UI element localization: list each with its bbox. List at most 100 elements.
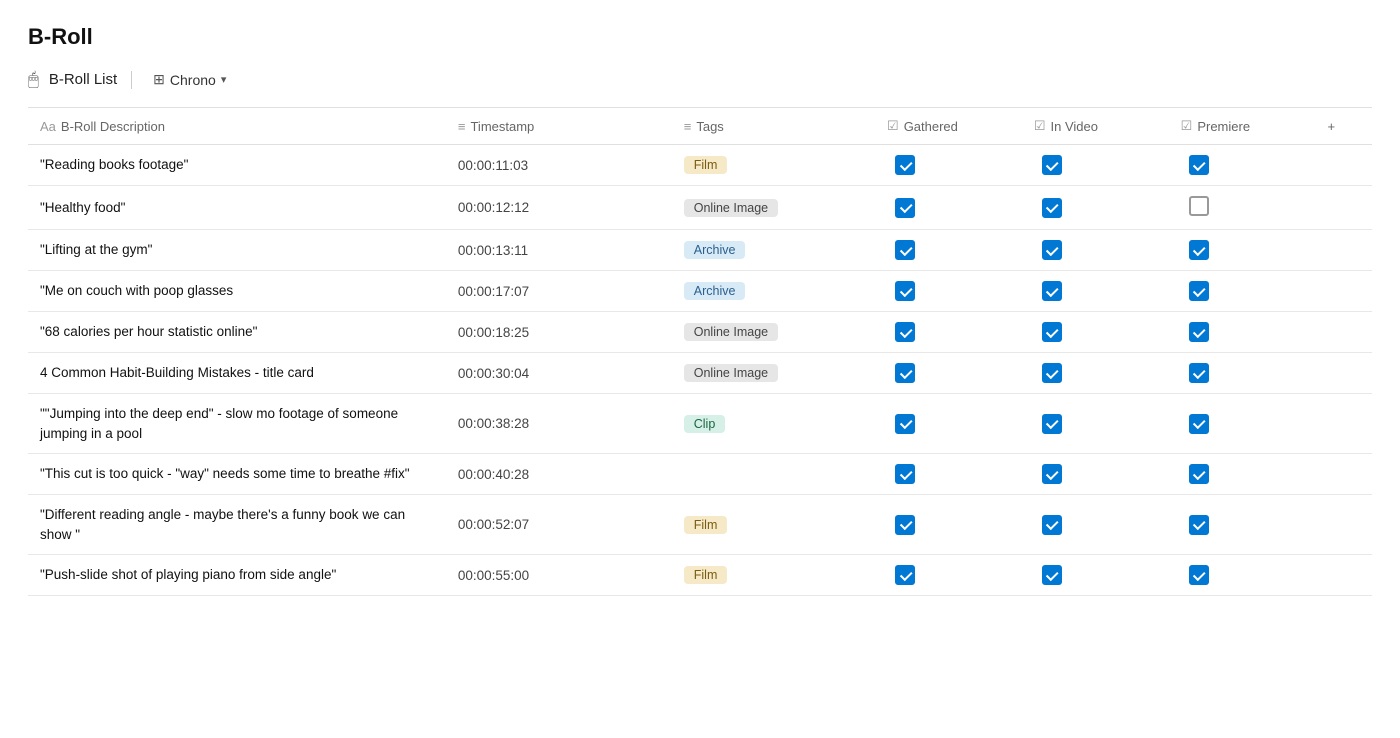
invideo-checked-icon[interactable] — [1042, 515, 1062, 535]
tag-pill: Online Image — [684, 323, 778, 341]
add-column-icon[interactable]: + — [1327, 119, 1335, 134]
premiere-cell[interactable] — [1169, 353, 1316, 394]
col-header-gathered: ☑ Gathered — [875, 108, 1022, 145]
premiere-cell[interactable] — [1169, 271, 1316, 312]
premiere-cell[interactable] — [1169, 454, 1316, 495]
add-col-cell — [1315, 230, 1372, 271]
gathered-checked-icon[interactable] — [895, 515, 915, 535]
tag-cell: Archive — [672, 230, 875, 271]
invideo-cell[interactable] — [1022, 353, 1169, 394]
tag-pill: Archive — [684, 241, 746, 259]
col-header-premiere: ☑ Premiere — [1169, 108, 1316, 145]
premiere-checked-icon[interactable] — [1189, 464, 1209, 484]
invideo-checked-icon[interactable] — [1042, 414, 1062, 434]
premiere-cell[interactable] — [1169, 394, 1316, 454]
premiere-cell[interactable] — [1169, 312, 1316, 353]
invideo-cell[interactable] — [1022, 454, 1169, 495]
invideo-checked-icon[interactable] — [1042, 565, 1062, 585]
premiere-checked-icon[interactable] — [1189, 565, 1209, 585]
tag-pill: Film — [684, 156, 728, 174]
table-row: "Me on couch with poop glasses00:00:17:0… — [28, 271, 1372, 312]
invideo-checked-icon[interactable] — [1042, 322, 1062, 342]
gathered-checked-icon[interactable] — [895, 363, 915, 383]
gathered-cell[interactable] — [875, 555, 1022, 596]
timestamp-cell: 00:00:40:28 — [446, 454, 672, 495]
premiere-checked-icon[interactable] — [1189, 281, 1209, 301]
premiere-checked-icon[interactable] — [1189, 363, 1209, 383]
invideo-cell[interactable] — [1022, 495, 1169, 555]
view-label: Chrono — [170, 72, 216, 88]
premiere-checked-icon[interactable] — [1189, 322, 1209, 342]
tag-cell: Online Image — [672, 312, 875, 353]
invideo-cell[interactable] — [1022, 186, 1169, 230]
view-selector[interactable]: ⊞ Chrono ▾ — [146, 68, 233, 91]
gathered-checked-icon[interactable] — [895, 198, 915, 218]
invideo-cell[interactable] — [1022, 271, 1169, 312]
premiere-cell[interactable] — [1169, 186, 1316, 230]
invideo-cell[interactable] — [1022, 555, 1169, 596]
gathered-checked-icon[interactable] — [895, 565, 915, 585]
chevron-down-icon: ▾ — [221, 73, 227, 86]
tag-cell: Film — [672, 555, 875, 596]
premiere-checked-icon[interactable] — [1189, 155, 1209, 175]
gathered-checked-icon[interactable] — [895, 322, 915, 342]
table-row: "Different reading angle - maybe there's… — [28, 495, 1372, 555]
timestamp-cell: 00:00:55:00 — [446, 555, 672, 596]
invideo-cell[interactable] — [1022, 312, 1169, 353]
list-label: B-Roll List — [49, 71, 117, 88]
invideo-checked-icon[interactable] — [1042, 281, 1062, 301]
premiere-unchecked-icon[interactable] — [1189, 196, 1209, 216]
desc-cell: "Healthy food" — [28, 186, 446, 230]
table-row: "68 calories per hour statistic online"0… — [28, 312, 1372, 353]
invideo-checked-icon[interactable] — [1042, 198, 1062, 218]
premiere-checked-icon[interactable] — [1189, 414, 1209, 434]
premiere-checked-icon[interactable] — [1189, 240, 1209, 260]
gathered-checked-icon[interactable] — [895, 414, 915, 434]
invideo-checked-icon[interactable] — [1042, 240, 1062, 260]
page-title: B-Roll — [28, 24, 1372, 50]
gathered-cell[interactable] — [875, 353, 1022, 394]
add-col-cell — [1315, 353, 1372, 394]
toolbar: 🖱 B-Roll List ⊞ Chrono ▾ — [28, 68, 1372, 91]
timestamp-cell: 00:00:30:04 — [446, 353, 672, 394]
timestamp-cell: 00:00:17:07 — [446, 271, 672, 312]
col-header-timestamp: ≡ Timestamp — [446, 108, 672, 145]
premiere-cell[interactable] — [1169, 555, 1316, 596]
tag-cell: Online Image — [672, 186, 875, 230]
premiere-checked-icon[interactable] — [1189, 515, 1209, 535]
table-row: "Lifting at the gym"00:00:13:11Archive — [28, 230, 1372, 271]
tag-cell: Online Image — [672, 353, 875, 394]
table-row: 4 Common Habit-Building Mistakes - title… — [28, 353, 1372, 394]
tag-cell: Clip — [672, 394, 875, 454]
gathered-checked-icon[interactable] — [895, 240, 915, 260]
invideo-cell[interactable] — [1022, 394, 1169, 454]
gathered-cell[interactable] — [875, 454, 1022, 495]
gathered-cell[interactable] — [875, 394, 1022, 454]
gathered-cell[interactable] — [875, 271, 1022, 312]
gathered-checked-icon[interactable] — [895, 464, 915, 484]
gathered-cell[interactable] — [875, 495, 1022, 555]
gathered-cell[interactable] — [875, 145, 1022, 186]
tag-pill: Film — [684, 516, 728, 534]
desc-cell: "Me on couch with poop glasses — [28, 271, 446, 312]
timestamp-cell: 00:00:38:28 — [446, 394, 672, 454]
invideo-checked-icon[interactable] — [1042, 363, 1062, 383]
premiere-cell[interactable] — [1169, 145, 1316, 186]
gathered-checked-icon[interactable] — [895, 281, 915, 301]
gathered-cell[interactable] — [875, 186, 1022, 230]
invideo-cell[interactable] — [1022, 145, 1169, 186]
gathered-cell[interactable] — [875, 230, 1022, 271]
table-row: "Push-slide shot of playing piano from s… — [28, 555, 1372, 596]
gathered-cell[interactable] — [875, 312, 1022, 353]
add-col-cell — [1315, 555, 1372, 596]
premiere-cell[interactable] — [1169, 230, 1316, 271]
invideo-cell[interactable] — [1022, 230, 1169, 271]
col-header-add[interactable]: + — [1315, 108, 1372, 145]
timestamp-cell: 00:00:12:12 — [446, 186, 672, 230]
invideo-checked-icon[interactable] — [1042, 155, 1062, 175]
tags-list-icon: ≡ — [684, 119, 692, 134]
gathered-checked-icon[interactable] — [895, 155, 915, 175]
tag-cell: Film — [672, 495, 875, 555]
invideo-checked-icon[interactable] — [1042, 464, 1062, 484]
premiere-cell[interactable] — [1169, 495, 1316, 555]
